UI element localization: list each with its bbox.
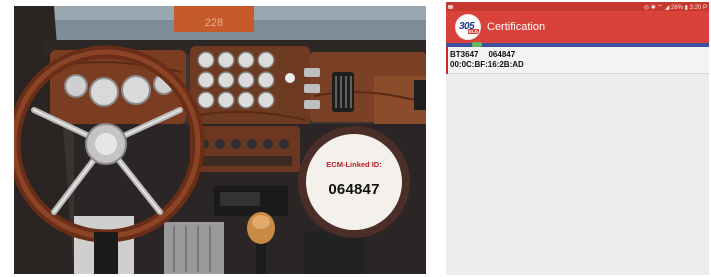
app-title: Certification <box>487 21 546 33</box>
device-list-item[interactable]: BT3647 064847 00:0C:BF:16:2B:AD <box>446 47 709 74</box>
device-id: 064847 <box>488 50 516 59</box>
notification-icon <box>448 4 453 9</box>
ecm-badge-inner: ECM-Linked ID: 064847 <box>306 134 402 230</box>
device-mac: 00:0C:BF:16:2B:AD <box>450 60 524 69</box>
device-title-line: BT3647 064847 <box>450 50 515 59</box>
top-plate-text: 228 <box>205 17 223 29</box>
app-logo[interactable]: 305 ELD <box>455 14 481 40</box>
logo-tag: ELD <box>468 29 479 34</box>
status-bar: ◎ ✱ ⌔ ◢ 26% ▮ 3:20 P <box>446 2 709 11</box>
phone-screen: ◎ ✱ ⌔ ◢ 26% ▮ 3:20 P 305 ELD Certificati… <box>446 2 709 275</box>
ecm-label: ECM-Linked ID: <box>326 160 382 169</box>
device-name: BT3647 <box>450 50 479 59</box>
dashboard-photo: 228 ECM-Linked ID: 064847 <box>14 6 426 274</box>
status-indicators: ◎ ✱ ⌔ ◢ 26% ▮ 3:20 P <box>643 5 707 11</box>
app-bar: 305 ELD Certification <box>446 11 709 43</box>
selected-accent <box>446 47 448 74</box>
ecm-id-value: 064847 <box>328 181 380 198</box>
ecm-badge: ECM-Linked ID: 064847 <box>298 126 410 238</box>
